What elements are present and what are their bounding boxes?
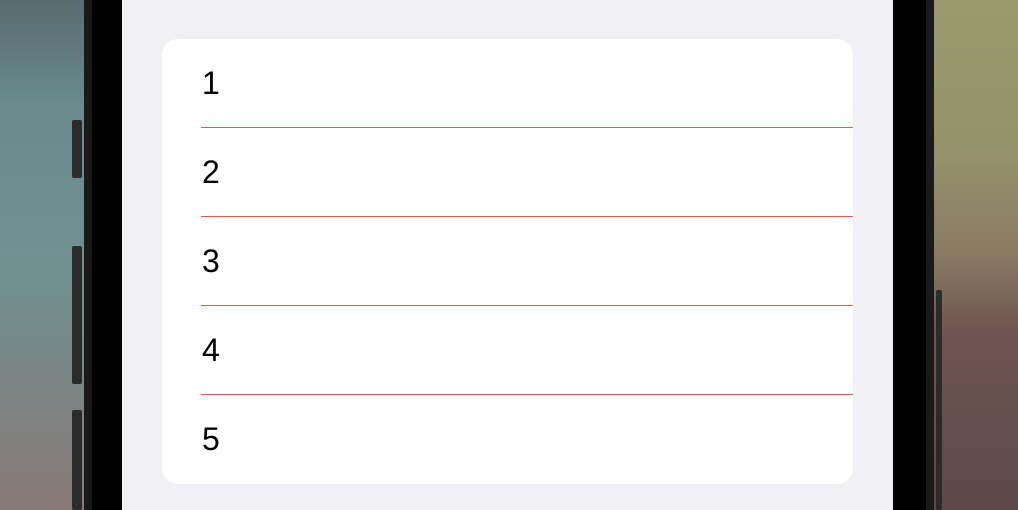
list-item-label: 2	[202, 154, 220, 190]
list-item-label: 5	[202, 421, 220, 457]
wallpaper-right	[934, 0, 1018, 510]
list-item[interactable]: 4	[162, 306, 853, 395]
phone-bezel-left	[84, 0, 92, 510]
app-screen: 1 2 3 4 5	[122, 0, 893, 510]
inset-grouped-list: 1 2 3 4 5	[162, 39, 853, 484]
list-item[interactable]: 5	[162, 395, 853, 484]
power-button	[936, 290, 942, 510]
list-item-label: 4	[202, 332, 220, 368]
list-item[interactable]: 3	[162, 217, 853, 306]
volume-up-button	[72, 120, 82, 178]
list-item[interactable]: 2	[162, 128, 853, 217]
list-item[interactable]: 1	[162, 39, 853, 128]
mute-switch	[72, 410, 82, 510]
list-item-label: 3	[202, 243, 220, 279]
list-item-label: 1	[202, 65, 220, 101]
phone-bezel-right	[926, 0, 934, 510]
volume-down-button	[72, 246, 82, 384]
device-stage: 1 2 3 4 5	[0, 0, 1018, 510]
